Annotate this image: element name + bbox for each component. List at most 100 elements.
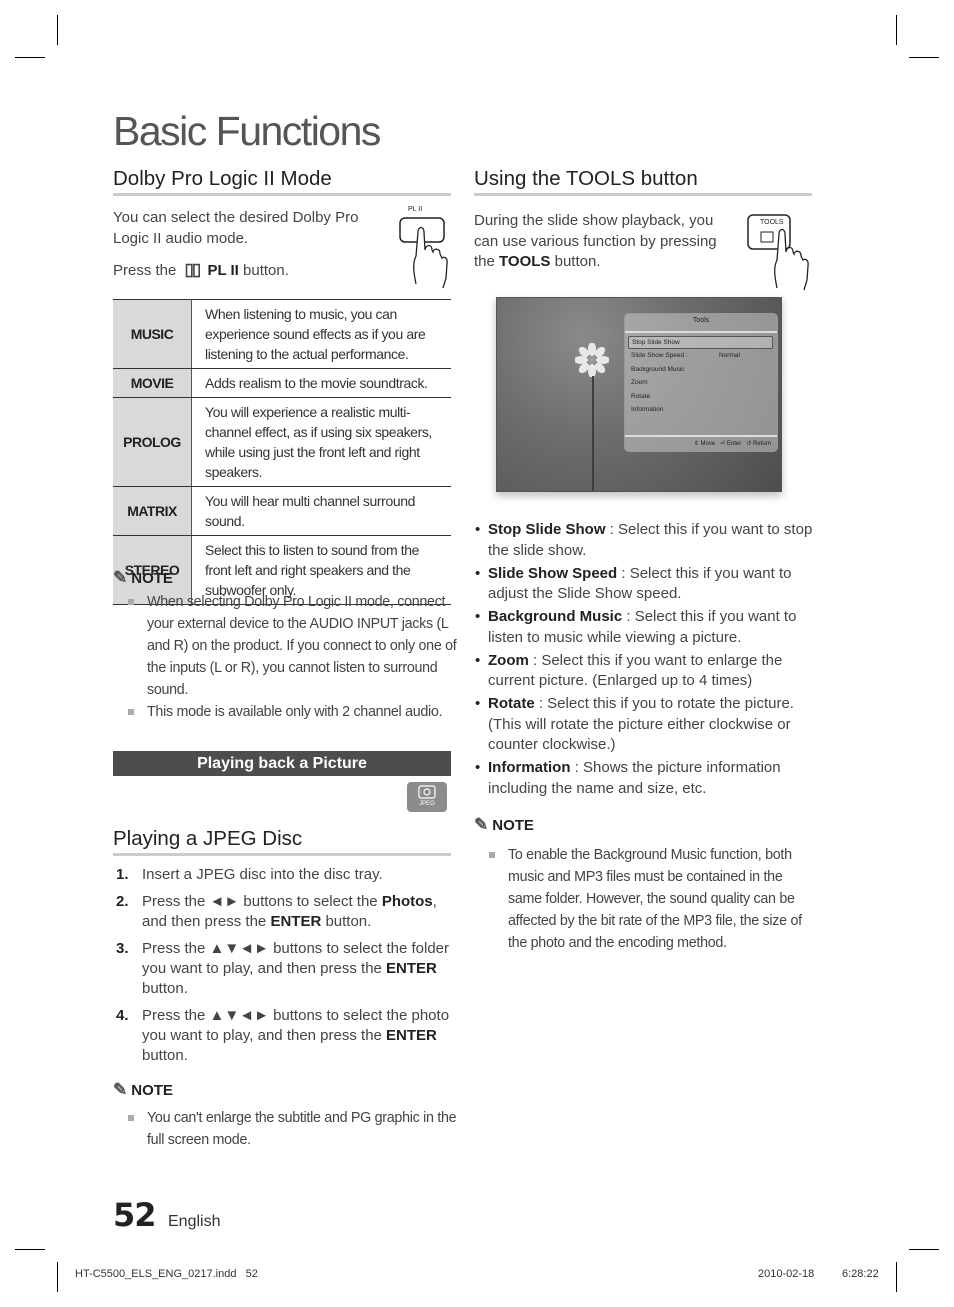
remote-tools-button-icon: TOOLS: [745, 212, 815, 292]
crop-mark: [909, 1249, 939, 1250]
note-list: You can't enlarge the subtitle and PG gr…: [113, 1107, 458, 1151]
enter-icon: ⏎: [720, 441, 726, 447]
tools-menu-item-label: Background Music: [631, 365, 685, 373]
step-number: 3.: [116, 940, 129, 957]
tools-menu-footer: ⇕ Move ⏎ Enter ↺ Return: [625, 435, 777, 451]
pressing-hand-icon: [399, 217, 448, 289]
mode-name: MOVIE: [113, 368, 192, 398]
tools-option-item: Rotate : Select this if you to rotate th…: [474, 694, 819, 756]
tools-menu-item-label: Slide Show Speed :: [631, 352, 688, 359]
crop-mark: [896, 15, 897, 45]
crop-mark: [896, 1262, 897, 1292]
crop-mark: [15, 1249, 45, 1250]
jpeg-note: ✎ NOTE You can't enlarge the subtitle an…: [113, 1080, 458, 1151]
option-term: Rotate: [488, 695, 535, 712]
note-item: You can't enlarge the subtitle and PG gr…: [113, 1107, 458, 1151]
step-text: button.: [142, 980, 188, 997]
mode-name: MUSIC: [113, 299, 192, 369]
mode-description: Adds realism to the movie soundtrack.: [191, 368, 451, 398]
dolby-press-line: Press the ▯▯ PL II button.: [113, 260, 393, 282]
note-list: To enable the Background Music function,…: [474, 844, 819, 954]
tools-menu-item-label: Zoom: [631, 379, 648, 386]
tools-menu-item-label: Stop Slide Show: [632, 339, 680, 346]
mode-name: MATRIX: [113, 486, 192, 536]
step-text: Insert a JPEG disc into the disc tray.: [142, 866, 383, 883]
mode-description: When listening to music, you can experie…: [191, 299, 451, 369]
tools-option-item: Slide Show Speed : Select this if you wa…: [474, 564, 819, 605]
mode-row: PROLOG You will experience a realistic mu…: [113, 397, 451, 487]
step-number: 2.: [116, 893, 129, 910]
step-emphasis: ENTER: [386, 960, 437, 977]
page-language: English: [168, 1213, 221, 1230]
step-text: button.: [142, 1047, 188, 1064]
note-list: When selecting Dolby Pro Logic II mode, …: [113, 591, 458, 723]
tools-menu-item[interactable]: Slide Show Speed : Normal: [625, 349, 777, 363]
updown-arrow-icon: ⇕: [693, 441, 699, 447]
crop-mark: [57, 15, 58, 45]
tools-option-item: Information : Shows the picture informat…: [474, 758, 819, 799]
step-item: 4. Press the ▲▼◄► buttons to select the p…: [113, 1006, 453, 1066]
jpeg-badge-label: JPEG: [419, 801, 435, 807]
dolby-logo-icon: ▯▯: [184, 260, 202, 279]
section-banner: Playing back a Picture: [113, 751, 451, 776]
tools-menu-item-label: Rotate: [631, 392, 651, 400]
press-suffix: button.: [243, 262, 289, 279]
tools-menu-item[interactable]: Stop Slide Show: [628, 336, 773, 349]
step-emphasis: Photos: [381, 893, 433, 910]
mode-row: MUSIC When listening to music, you can ex…: [113, 299, 451, 369]
tools-intro: During the slide show playback, you can …: [474, 212, 717, 270]
tools-menu-item[interactable]: Information: [625, 403, 777, 417]
crop-mark: [57, 1262, 58, 1292]
mode-row: MOVIE Adds realism to the movie soundtrac…: [113, 368, 451, 398]
option-description: : Select this if you want to enlarge the…: [488, 651, 783, 690]
page-number: 52: [113, 1196, 157, 1234]
press-prefix: Press the: [113, 262, 177, 279]
tools-menu-item[interactable]: Rotate: [625, 390, 777, 404]
jpeg-heading: Playing a JPEG Disc: [113, 827, 451, 856]
step-emphasis: ENTER: [386, 1027, 437, 1044]
return-icon: ↺: [746, 441, 752, 447]
note-title: NOTE: [131, 1081, 173, 1099]
note-pencil-icon: ✎: [113, 1080, 128, 1099]
step-emphasis: ENTER: [270, 913, 322, 930]
note-pencil-icon: ✎: [474, 815, 489, 834]
tools-option-item: Background Music : Select this if you wa…: [474, 607, 819, 648]
step-item: 1. Insert a JPEG disc into the disc tray.: [113, 865, 453, 885]
step-item: 3. Press the ▲▼◄► buttons to select the f…: [113, 939, 453, 999]
note-pencil-icon: ✎: [113, 568, 128, 587]
option-term: Background Music: [488, 608, 623, 625]
step-text: Press the ◄► buttons to select the: [142, 893, 382, 910]
mode-description: You will hear multi channel surround sou…: [191, 486, 451, 536]
sound-modes-table: MUSIC When listening to music, you can ex…: [113, 299, 451, 605]
step-item: 2. Press the ◄► buttons to select the Pho…: [113, 892, 453, 932]
dolby-heading: Dolby Pro Logic II Mode: [113, 167, 451, 196]
tools-heading: Using the TOOLS button: [474, 167, 812, 196]
tools-menu-item[interactable]: Background Music: [625, 363, 777, 377]
step-number: 1.: [116, 866, 129, 883]
crop-mark: [15, 57, 45, 58]
flower-image: [575, 343, 609, 377]
tools-options-list: Stop Slide Show : Select this if you wan…: [474, 520, 819, 802]
remote-button-label: TOOLS: [760, 219, 784, 226]
tools-option-item: Zoom : Select this if you want to enlarg…: [474, 651, 819, 692]
note-item: This mode is available only with 2 chann…: [113, 701, 458, 723]
note-title: NOTE: [492, 816, 534, 834]
note-item: When selecting Dolby Pro Logic II mode, …: [113, 591, 458, 701]
press-button-name: PL II: [207, 262, 239, 279]
option-term: Zoom: [488, 651, 529, 669]
tools-menu-item[interactable]: Zoom: [625, 376, 777, 390]
camera-icon: [418, 785, 436, 799]
tools-note: ✎ NOTE To enable the Background Music fu…: [474, 815, 819, 954]
mode-name: PROLOG: [113, 397, 192, 487]
slug-file: HT-C5500_ELS_ENG_0217.indd 52: [75, 1268, 258, 1280]
mode-description: You will experience a realistic multi-ch…: [191, 397, 451, 487]
tools-menu-item-value: Normal: [719, 352, 740, 359]
note-item: To enable the Background Music function,…: [474, 844, 819, 954]
dolby-note: ✎ NOTE When selecting Dolby Pro Logic II…: [113, 568, 458, 723]
option-term: Information: [488, 759, 571, 776]
tools-menu-item-label: Information: [631, 406, 664, 413]
option-term: Slide Show Speed: [488, 564, 618, 582]
jpeg-disc-badge: JPEG: [407, 782, 447, 812]
jpeg-steps-list: 1. Insert a JPEG disc into the disc tray.…: [113, 865, 453, 1073]
tools-option-item: Stop Slide Show : Select this if you wan…: [474, 520, 819, 561]
